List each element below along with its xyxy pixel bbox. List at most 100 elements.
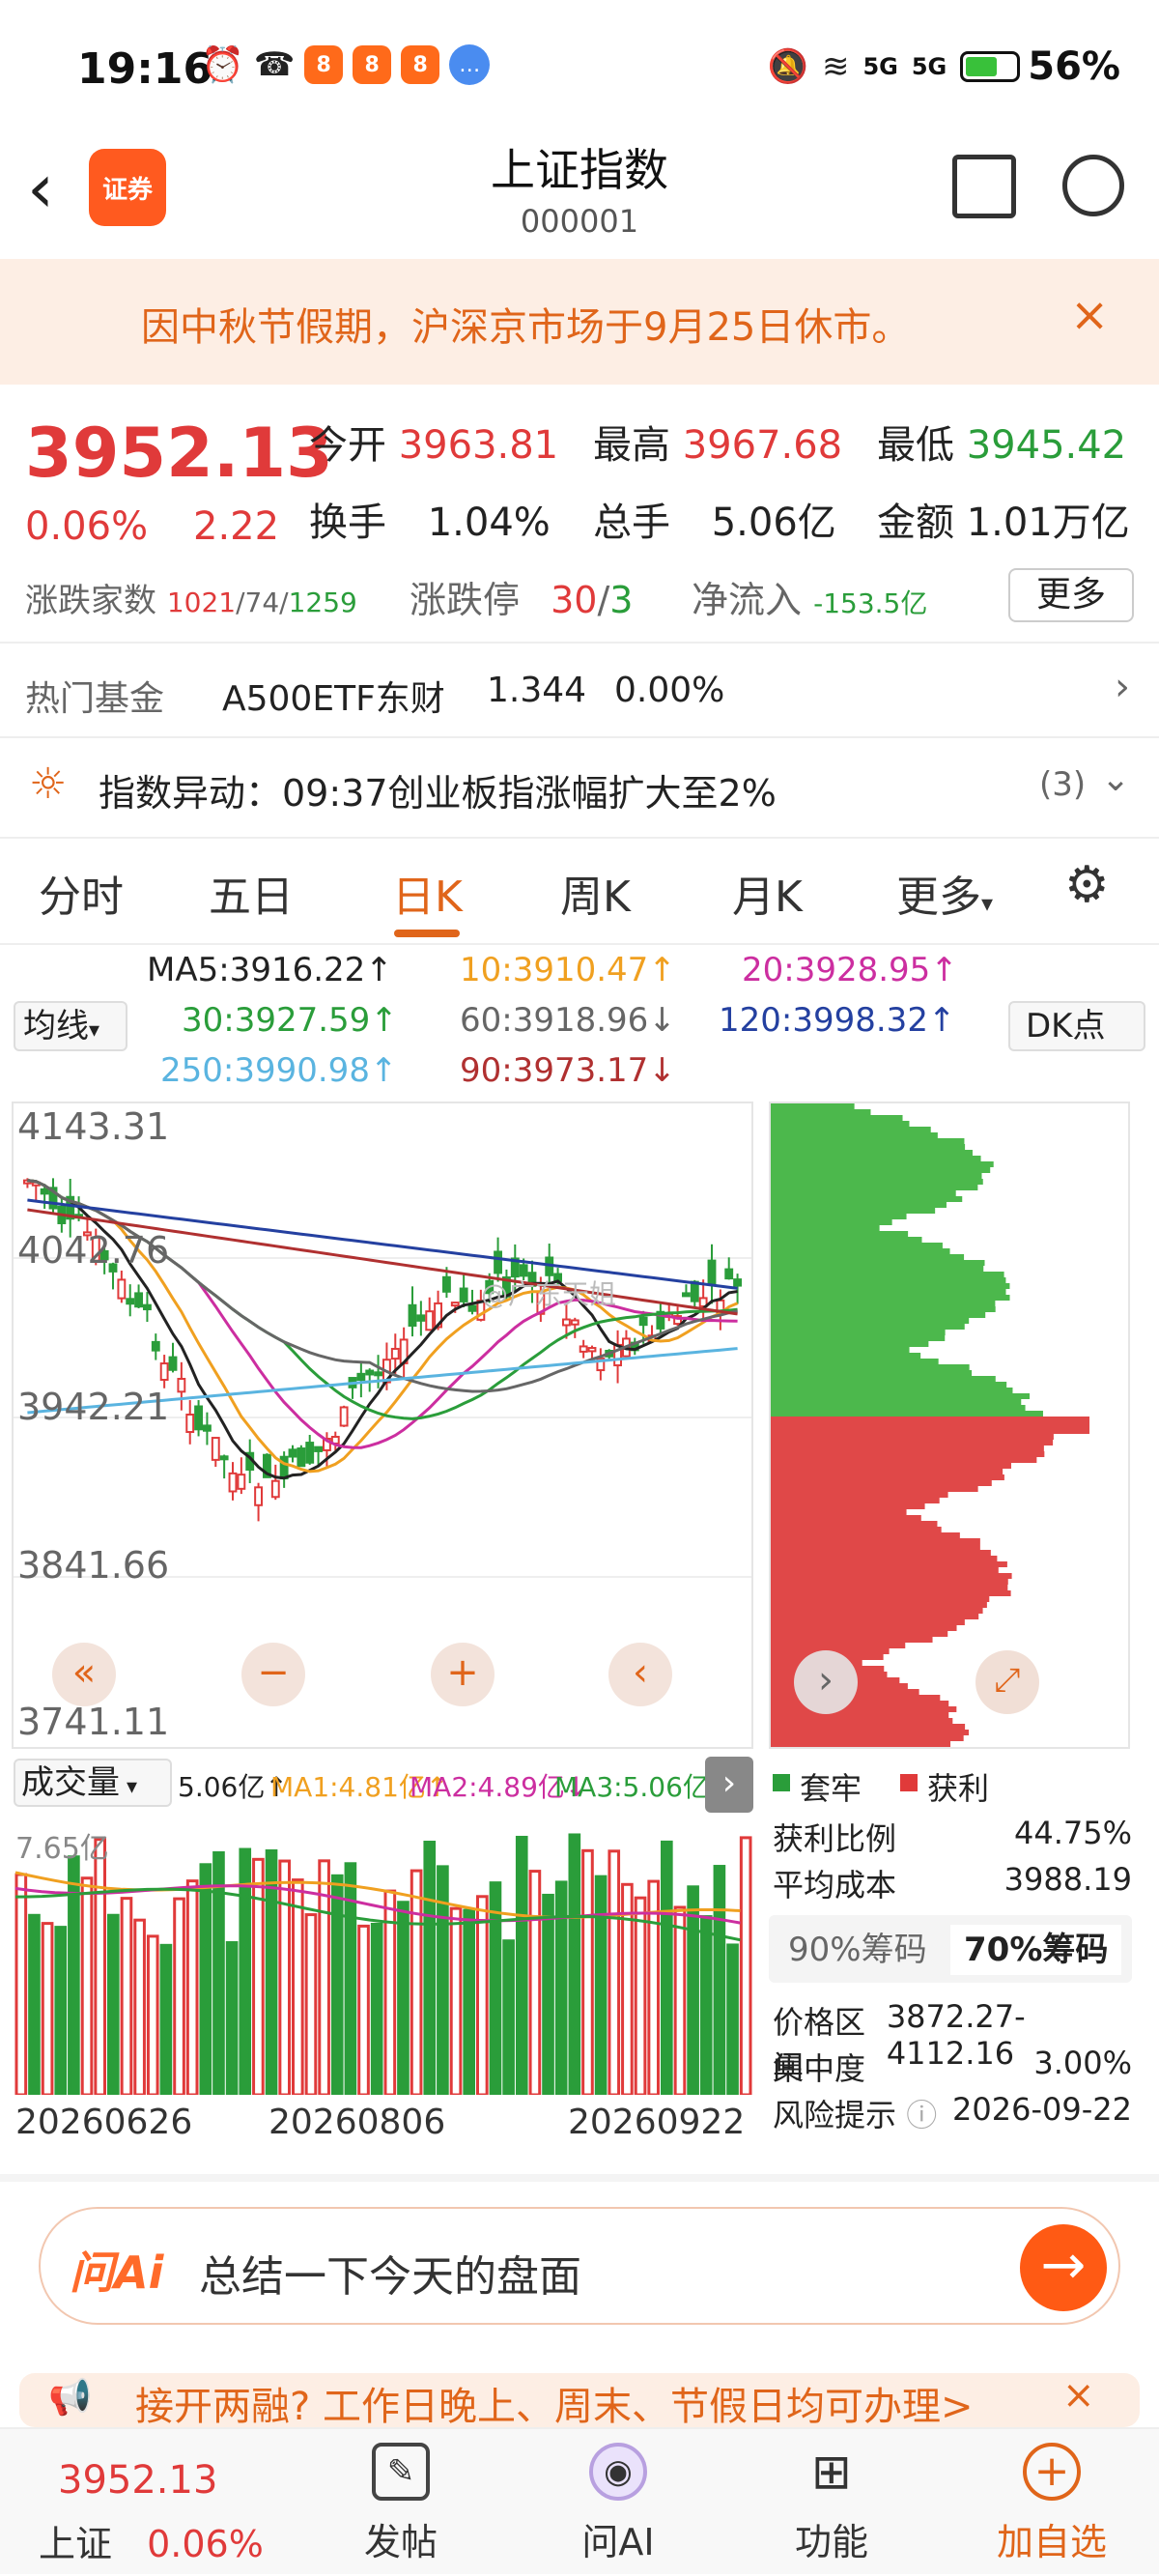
candle [339, 1406, 349, 1427]
kline-chart[interactable]: 4143.31 4042.76 3942.21 3841.66 3741.11 … [12, 1102, 753, 1749]
volume-chart[interactable]: 7.65亿 [12, 1815, 753, 2097]
trap-legend-label: 套牢 [800, 1770, 862, 1807]
battery-icon [960, 51, 1021, 82]
more-button[interactable]: 更多 [1008, 568, 1134, 622]
chip-bar [771, 1457, 1037, 1463]
nav-add-favorite[interactable]: + 加自选 [989, 2429, 1115, 2576]
candle [682, 1292, 691, 1298]
chip-bar [771, 1277, 1006, 1283]
chip-bar [771, 1301, 996, 1306]
chip-bar [771, 1724, 966, 1730]
candle [237, 1474, 246, 1490]
page-header: ‹ 证券 上证指数 000001 [0, 135, 1159, 259]
chip-bar [771, 1260, 985, 1266]
tab-zhouk[interactable]: 周K [560, 862, 631, 924]
x-axis-labels: 20260626 20260806 20260922 [12, 2097, 753, 2155]
info-icon[interactable]: ⓘ [906, 2097, 937, 2133]
indicator-selector[interactable]: 成交量 ▾ [14, 1759, 172, 1807]
volume-bar [687, 1885, 699, 2097]
tab-chip-70[interactable]: 70%筹码 [950, 1925, 1122, 1975]
expand-icon[interactable]: ⤢ [975, 1650, 1039, 1714]
y-tick-1: 4143.31 [17, 1105, 170, 1148]
y-tick-2: 4042.76 [17, 1229, 170, 1272]
chip-bar [771, 1486, 978, 1492]
candle [390, 1347, 400, 1360]
volume-bar [14, 1873, 28, 2097]
chip-bar [771, 1527, 942, 1532]
tab-rik[interactable]: 日K [392, 862, 463, 924]
zoom-in-icon[interactable]: + [431, 1643, 495, 1706]
chip-bar [771, 1422, 1089, 1428]
promo-banner[interactable]: 📢 接开两融? 工作日晚上、周末、节假日均可办理> × [19, 2373, 1140, 2427]
chip-bar [771, 1631, 948, 1637]
zoom-out-icon[interactable]: − [241, 1643, 305, 1706]
close-icon[interactable]: × [1070, 288, 1109, 342]
chip-bar [771, 1237, 922, 1243]
profit-legend-swatch [900, 1774, 919, 1791]
volume-bar [634, 1896, 647, 2097]
nav-index-price: 3952.13 [58, 2458, 218, 2503]
candle [211, 1437, 220, 1461]
risk-date: 2026-09-22 [952, 2091, 1132, 2128]
nav-index-pct: 0.06% [147, 2523, 264, 2565]
next-icon[interactable]: › [794, 1650, 858, 1714]
ma250-value: 250:3990.98↑ [160, 1051, 398, 1090]
chip-bar [771, 1109, 871, 1115]
nav-index[interactable]: 3952.13 上证 0.06% [0, 2429, 290, 2576]
candle [356, 1372, 366, 1381]
scroll-left-fast-icon[interactable]: « [52, 1643, 116, 1706]
chip-bar [771, 1590, 1011, 1596]
divider [0, 642, 1159, 644]
volume-bar [120, 1897, 133, 2097]
gear-icon[interactable]: ⚙ [1064, 856, 1110, 914]
avg-cost-label: 平均成本 [773, 1867, 897, 1903]
chip-bar [771, 1579, 1008, 1585]
close-icon[interactable]: × [1062, 2373, 1095, 2418]
ma-selector[interactable]: 均线▾ [14, 1001, 127, 1051]
watermark: @广东天姐 [481, 1278, 617, 1310]
ask-ai-bar[interactable]: 问Ai 总结一下今天的盘面 → [39, 2207, 1120, 2325]
sun-icon: ☼ [29, 759, 68, 809]
candle [305, 1442, 315, 1464]
arrow-right-icon[interactable]: → [1020, 2224, 1107, 2311]
candle [416, 1314, 426, 1322]
candle [168, 1356, 178, 1371]
index-alert-row[interactable]: ☼ 指数异动：09:37创业板指涨幅扩大至2% (3) ⌄ [0, 738, 1159, 835]
search-icon[interactable] [1062, 155, 1124, 216]
quote-panel: 3952.13 0.06% 2.22 今开 3963.81 最高 3967.68… [0, 385, 1159, 638]
volume-bar [344, 1862, 357, 2097]
nav-post[interactable]: ✎ 发帖 [348, 2429, 454, 2576]
candle [194, 1405, 203, 1431]
volume-bar [107, 1913, 120, 2097]
nav-ai[interactable]: ◉ 问AI [560, 2429, 676, 2576]
candle [425, 1310, 435, 1331]
share-icon[interactable] [952, 155, 1016, 218]
chip-bar [771, 1167, 991, 1173]
candle [126, 1298, 135, 1305]
ma20-value: 20:3928.95↑ [742, 951, 958, 989]
limit-down-count: 3 [609, 579, 634, 621]
turnover-label: 换手 [309, 501, 386, 545]
concentration-label: 集中度 [773, 2050, 866, 2087]
tab-wuri[interactable]: 五日 [209, 862, 294, 924]
ma60-value: 60:3918.96↓ [460, 1001, 676, 1040]
chevron-right-icon[interactable]: › [705, 1757, 753, 1813]
nav-function[interactable]: ⊞ 功能 [778, 2429, 885, 2576]
indicator-selector-label: 成交量 [21, 1763, 120, 1802]
ma10-value: 10:3910.47↑ [460, 951, 676, 989]
volume-header: 成交量 ▾ 5.06亿↑ MA1:4.81亿↑ MA2:4.89亿↓ MA3:5… [12, 1751, 753, 1813]
dk-button[interactable]: DK点 [1008, 1001, 1145, 1051]
change-value: 2.22 [193, 504, 280, 549]
volume-bar [528, 1870, 542, 2097]
alarm-icon: ⏰ [201, 45, 244, 85]
tab-more[interactable]: 更多▾ [896, 862, 993, 924]
scroll-left-icon[interactable]: ‹ [608, 1643, 672, 1706]
chip-bar [771, 1266, 984, 1272]
tab-fenshi[interactable]: 分时 [39, 862, 124, 924]
limit-up-count: 30 [551, 579, 598, 621]
tab-chip-90[interactable]: 90%筹码 [775, 1925, 941, 1975]
hot-fund-row[interactable]: 热门基金 A500ETF东财 1.344 0.00% › [0, 645, 1159, 738]
tab-yuek[interactable]: 月K [732, 862, 803, 924]
chip-bar [771, 1532, 960, 1538]
alert-text: 指数异动：09:37创业板指涨幅扩大至2% [99, 772, 777, 815]
